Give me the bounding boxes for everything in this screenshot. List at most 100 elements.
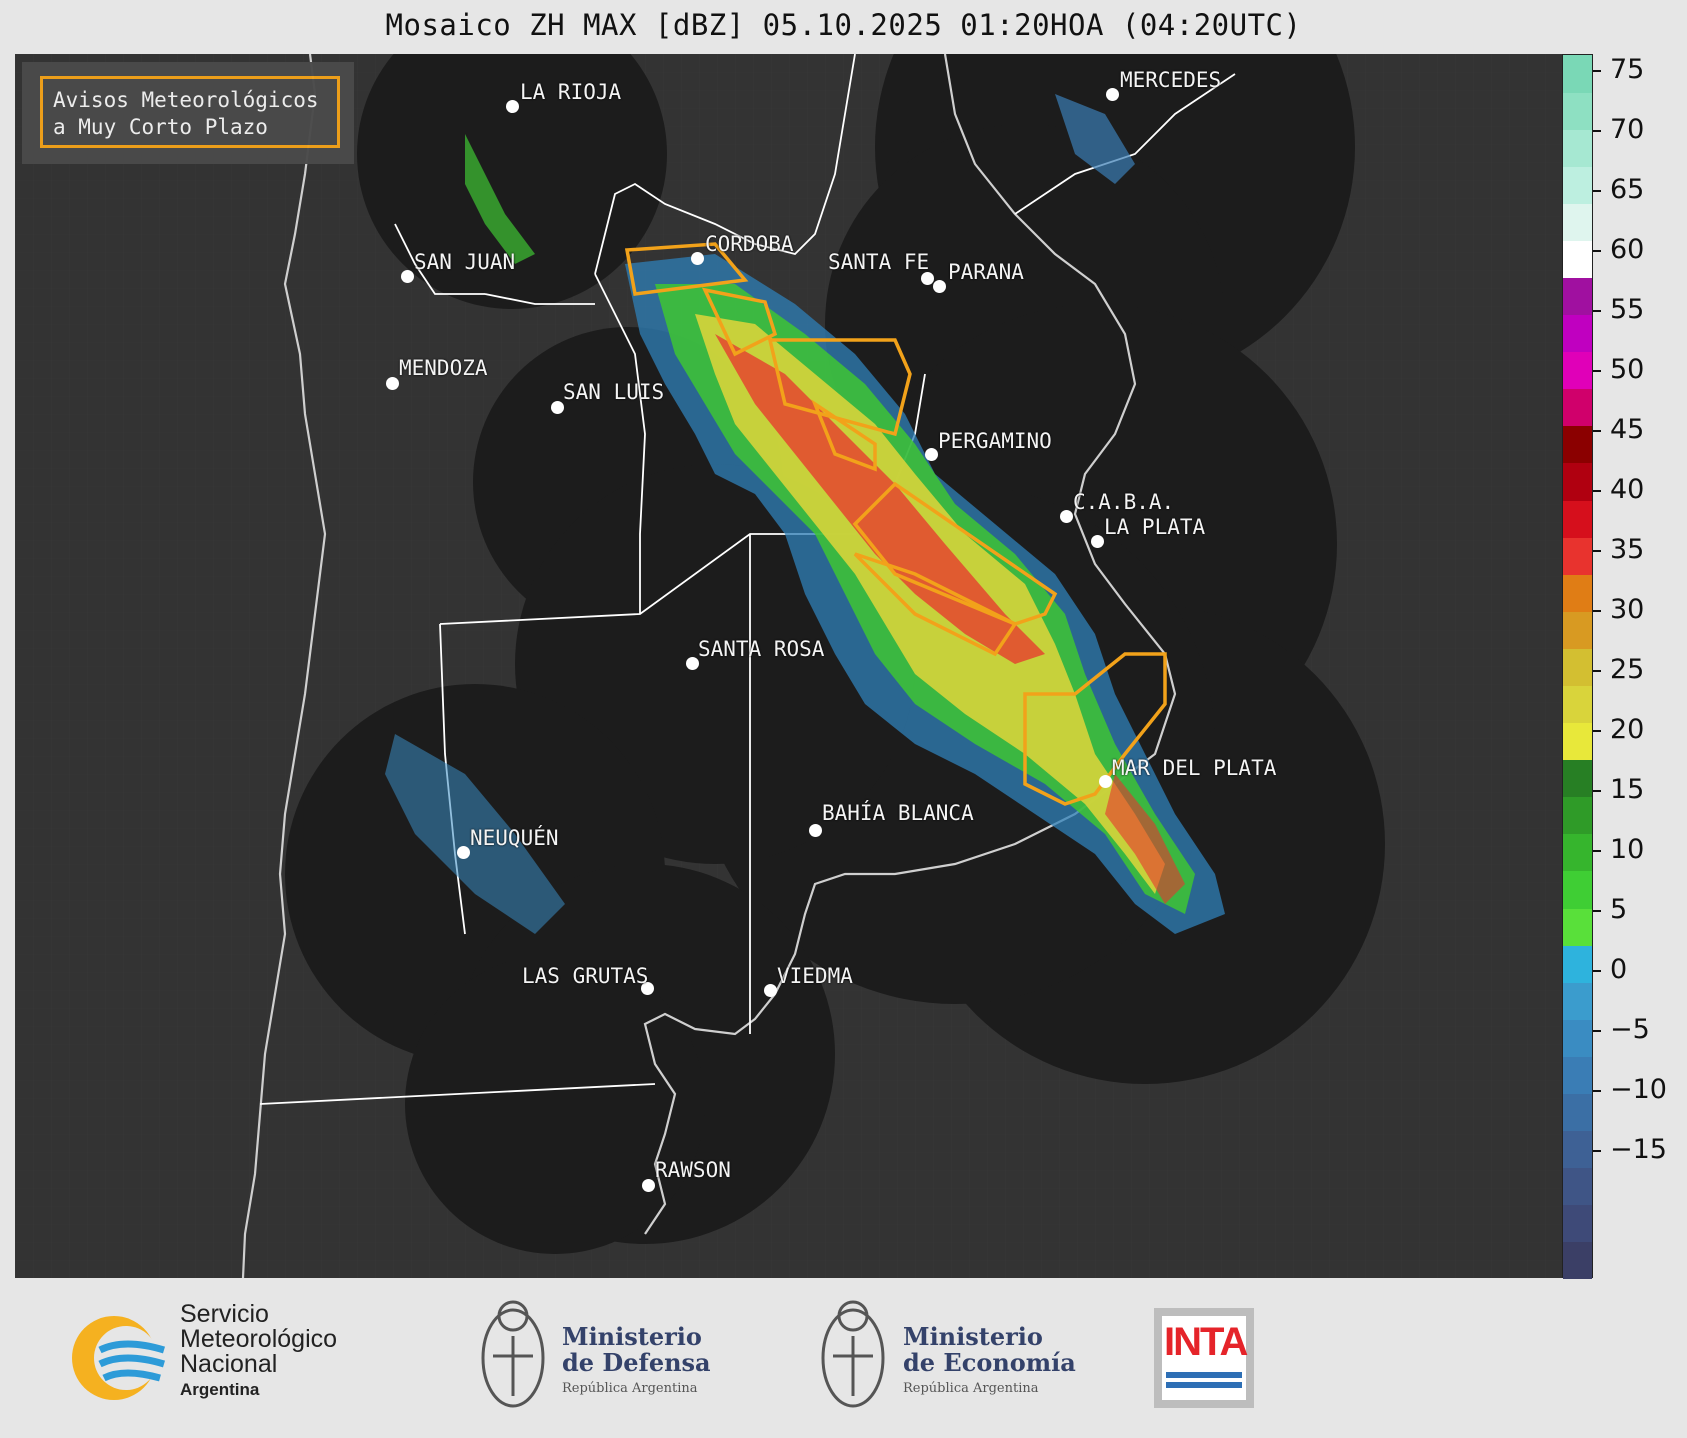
colorbar-segment (1563, 1130, 1592, 1169)
city-marker[interactable] (386, 377, 399, 390)
city-marker[interactable] (764, 984, 777, 997)
city-marker[interactable] (933, 280, 946, 293)
colorbar-segment (1563, 240, 1592, 279)
colorbar-segment (1563, 203, 1592, 241)
colorbar-tick-mark (1593, 790, 1601, 792)
colorbar-segment (1563, 1167, 1592, 1206)
economia-text-line2: de Economía (903, 1348, 1076, 1377)
defensa-text-line3: República Argentina (562, 1381, 698, 1396)
city-label: C.A.B.A. (1073, 490, 1175, 514)
colorbar-segment (1563, 611, 1592, 649)
city-label: PERGAMINO (938, 429, 1052, 453)
colorbar-tick-label: 30 (1610, 594, 1645, 625)
city-label: BAHÍA BLANCA (822, 801, 974, 825)
colorbar-tick-mark (1593, 1090, 1601, 1092)
smn-text-line4: Argentina (180, 1380, 260, 1399)
city-marker[interactable] (401, 270, 414, 283)
colorbar-tick-label: 25 (1610, 654, 1645, 685)
city-label: MAR DEL PLATA (1112, 756, 1277, 780)
defensa-logo-text: Ministerio de Defensa República Argentin… (562, 1324, 711, 1402)
colorbar-segment (1563, 351, 1592, 390)
colorbar-tick-mark (1593, 670, 1601, 672)
colorbar-tick-mark (1593, 250, 1601, 252)
inta-logo: INTA (1154, 1308, 1254, 1408)
city-marker[interactable] (1106, 88, 1119, 101)
colorbar-segment (1563, 500, 1592, 538)
colorbar-tick-mark (1593, 1030, 1601, 1032)
colorbar-segment (1563, 648, 1592, 687)
colorbar-tick-mark (1593, 730, 1601, 732)
colorbar-segment (1563, 833, 1592, 872)
colorbar-tick-mark (1593, 190, 1601, 192)
city-label: LAS GRUTAS (522, 964, 649, 988)
smn-text-line2: Meteorológico (180, 1325, 338, 1353)
city-marker[interactable] (506, 100, 519, 113)
colorbar-segment (1563, 685, 1592, 724)
city-marker[interactable] (1099, 775, 1112, 788)
colorbar-tick-mark (1593, 1150, 1601, 1152)
colorbar-segment (1563, 92, 1592, 130)
warning-legend-frame: Avisos Meteorológicos a Muy Corto Plazo (40, 76, 340, 148)
colorbar-tick-label: 15 (1610, 774, 1645, 805)
colorbar-tick-label: 45 (1610, 414, 1645, 445)
map-title: Mosaico ZH MAX [dBZ] 05.10.2025 01:20HOA… (385, 8, 1302, 42)
colorbar-tick-mark (1593, 910, 1601, 912)
colorbar-segment (1563, 1056, 1592, 1095)
colorbar-tick-label: 40 (1610, 474, 1645, 505)
colorbar-tick-label: 10 (1610, 834, 1645, 865)
defensa-text-line2: de Defensa (562, 1348, 711, 1377)
colorbar-segment (1563, 871, 1592, 909)
city-label: PARANA (948, 260, 1024, 284)
colorbar-tick-mark (1593, 970, 1601, 972)
colorbar-segment (1563, 574, 1592, 612)
dbz-colorbar (1562, 54, 1593, 1280)
city-label: CORDOBA (705, 232, 794, 256)
colorbar-tick-label: 0 (1610, 954, 1628, 985)
city-label: NEUQUÉN (470, 826, 559, 850)
colorbar-tick-mark (1593, 70, 1601, 72)
footer-logos: Servicio Meteorológico Nacional Argentin… (0, 1278, 1687, 1438)
city-label: SAN LUIS (563, 380, 665, 404)
economia-logo-text: Ministerio de Economía República Argenti… (903, 1324, 1076, 1402)
coat-of-arms-icon (821, 1300, 885, 1408)
colorbar-segment (1563, 1241, 1592, 1280)
colorbar-tick-label: 70 (1610, 114, 1645, 145)
colorbar-segment (1563, 166, 1592, 204)
colorbar-tick-label: 50 (1610, 354, 1645, 385)
coat-of-arms-icon (481, 1300, 545, 1408)
colorbar-segment (1563, 277, 1592, 316)
colorbar-tick-mark (1593, 430, 1601, 432)
economia-text-line3: República Argentina (903, 1381, 1039, 1396)
colorbar-segment (1563, 537, 1592, 575)
city-label: SAN JUAN (414, 250, 516, 274)
radar-map[interactable]: Avisos Meteorológicos a Muy Corto Plazo … (15, 54, 1562, 1278)
colorbar-tick-mark (1593, 610, 1601, 612)
colorbar-tick-mark (1593, 310, 1601, 312)
colorbar-segment (1563, 759, 1592, 798)
colorbar-tick-label: 65 (1610, 174, 1645, 205)
colorbar-segment (1563, 982, 1592, 1020)
city-marker[interactable] (925, 448, 938, 461)
defensa-text-line1: Ministerio (562, 1322, 702, 1351)
city-marker[interactable] (457, 846, 470, 859)
colorbar-segment (1563, 1204, 1592, 1243)
colorbar-tick-label: 5 (1610, 894, 1628, 925)
smn-logo-text: Servicio Meteorológico Nacional Argentin… (180, 1302, 337, 1402)
city-marker[interactable] (809, 824, 822, 837)
colorbar-tick-label: 20 (1610, 714, 1645, 745)
colorbar-segment (1563, 908, 1592, 946)
city-label: RAWSON (655, 1158, 731, 1182)
warning-legend-line2: a Muy Corto Plazo (53, 115, 268, 139)
city-marker[interactable] (691, 252, 704, 265)
city-marker[interactable] (642, 1179, 655, 1192)
colorbar-segment (1563, 1019, 1592, 1057)
colorbar-segment (1563, 1093, 1592, 1132)
colorbar-segment (1563, 945, 1592, 983)
colorbar-segment (1563, 463, 1592, 501)
economia-text-line1: Ministerio (903, 1322, 1043, 1351)
city-marker[interactable] (1060, 510, 1073, 523)
city-marker[interactable] (1091, 535, 1104, 548)
colorbar-tick-mark (1593, 490, 1601, 492)
city-label: LA PLATA (1104, 515, 1206, 539)
smn-logo-icon (72, 1316, 166, 1400)
